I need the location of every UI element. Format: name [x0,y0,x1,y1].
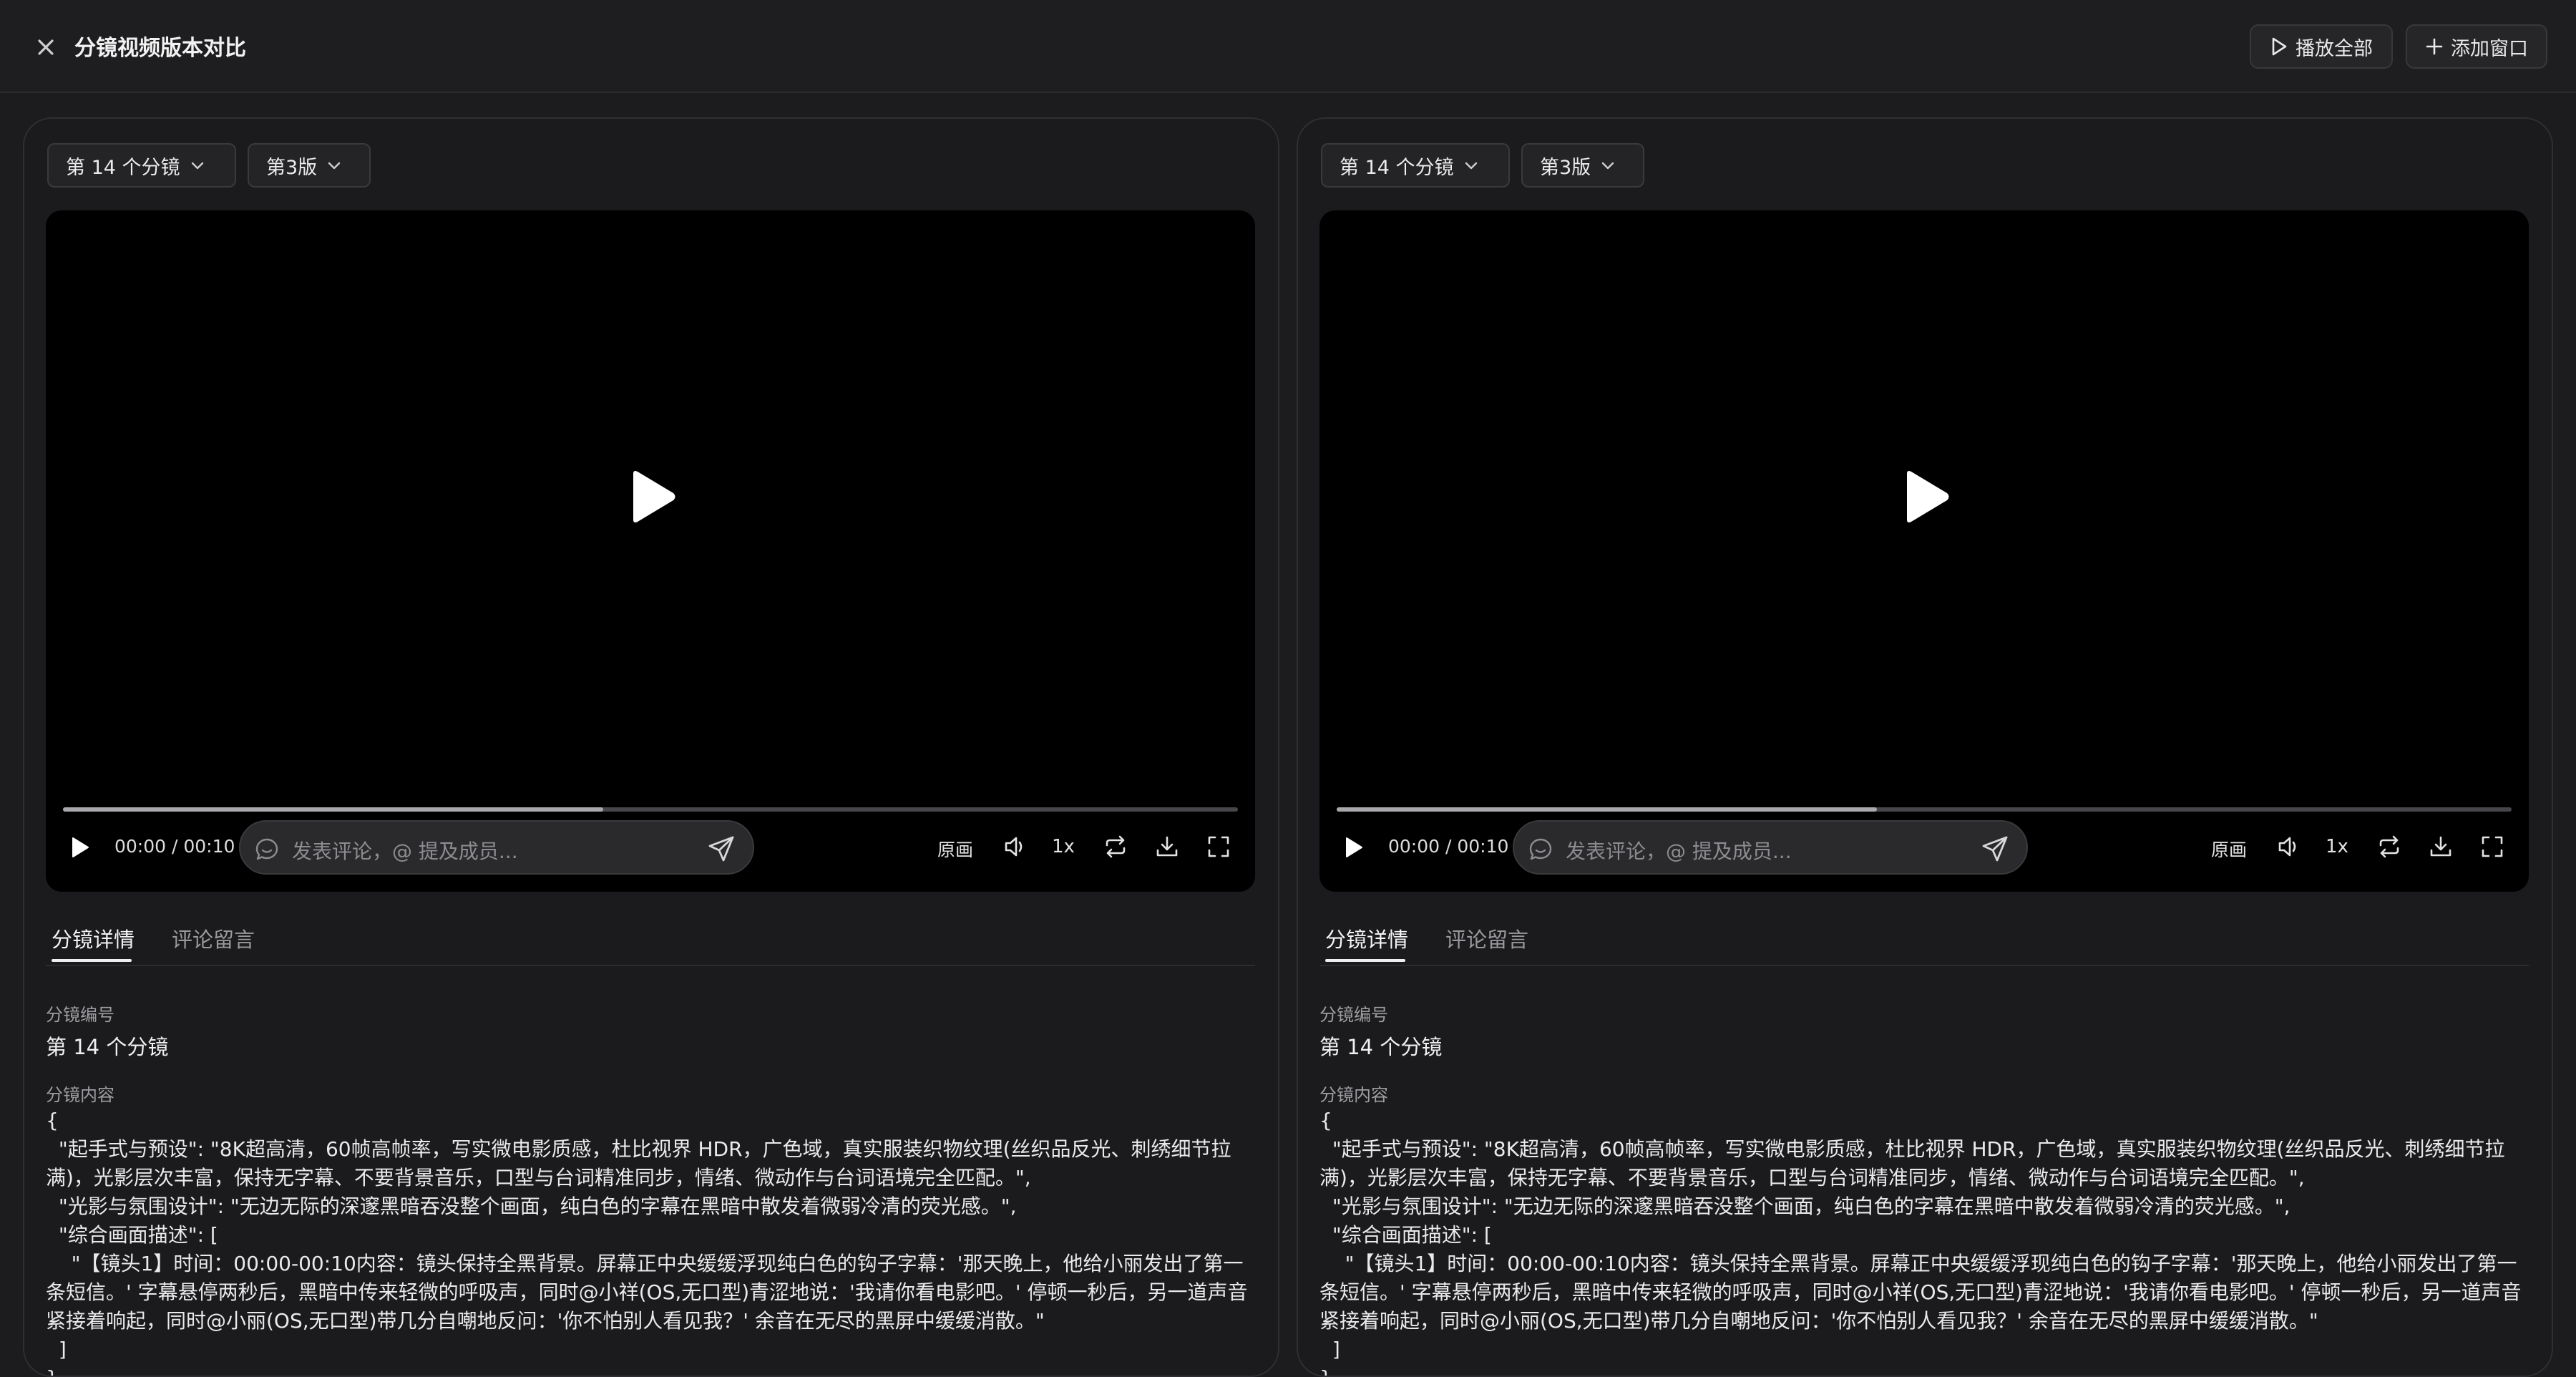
close-button[interactable] [31,33,60,62]
player-controls: 00:00 / 00:10 发表评论，@ 提及成员... 原画 1x [1319,819,2529,876]
chevron-down-icon [1465,162,1477,170]
top-bar: 分镜视频版本对比 播放全部 添加窗口 [0,0,2576,93]
version-select[interactable]: 第3版 [1521,143,1644,188]
comment-placeholder: 发表评论，@ 提及成员... [1566,840,1792,863]
progress-bar[interactable] [1337,807,2512,812]
chevron-down-icon [1601,162,1614,170]
version-select-value: 第3版 [266,156,318,179]
play-all-label: 播放全部 [2296,37,2373,60]
shot-content-text: { "起手式与预设": "8K超高清，60帧高帧率，写实微电影质感，杜比视界 H… [1319,1109,2522,1376]
active-tab-indicator [52,959,132,962]
comment-input[interactable]: 发表评论，@ 提及成员... [1513,820,2028,875]
play-icon[interactable] [1344,836,1364,859]
tab-divider [1319,965,2529,966]
tab-divider [46,965,1255,966]
close-icon [38,39,54,55]
shot-content-label: 分镜内容 [46,1085,114,1105]
tab-shot-details[interactable]: 分镜详情 [52,923,135,953]
active-tab-indicator [1325,959,1405,962]
comment-placeholder: 发表评论，@ 提及成员... [292,840,518,863]
volume-icon[interactable] [1003,835,1028,859]
plus-icon [2426,38,2443,55]
download-icon[interactable] [2429,835,2453,859]
page-title: 分镜视频版本对比 [74,36,246,61]
shot-select-value: 第 14 个分镜 [1340,156,1454,179]
add-window-button[interactable]: 添加窗口 [2406,24,2547,69]
progress-fill [1337,807,1878,812]
shot-content-text: { "起手式与预设": "8K超高清，60帧高帧率，写实微电影质感，杜比视界 H… [46,1109,1248,1376]
shot-number-value: 第 14 个分镜 [1319,1035,1443,1059]
send-icon[interactable] [1981,835,2009,863]
play-icon [2272,37,2287,56]
compare-panel-2: 第 14 个分镜 第3版 00:00 / 00:10 发表评论，@ 提及成员..… [1297,117,2553,1377]
shot-select-value: 第 14 个分镜 [66,156,180,179]
play-icon[interactable] [1901,469,1951,524]
time-display: 00:00 / 00:10 [114,836,235,857]
tab-shot-details[interactable]: 分镜详情 [1325,923,1408,953]
player-controls: 00:00 / 00:10 发表评论，@ 提及成员... 原画 1x [46,819,1255,876]
chevron-down-icon [191,162,203,170]
play-all-button[interactable]: 播放全部 [2250,24,2393,69]
shot-select[interactable]: 第 14 个分镜 [1321,143,1510,188]
video-player[interactable]: 00:00 / 00:10 发表评论，@ 提及成员... 原画 1x [46,210,1255,892]
download-icon[interactable] [1155,835,1179,859]
tab-comments[interactable]: 评论留言 [1445,923,1528,953]
progress-fill [63,807,604,812]
video-player[interactable]: 00:00 / 00:10 发表评论，@ 提及成员... 原画 1x [1319,210,2529,892]
chevron-down-icon [328,162,341,170]
time-display: 00:00 / 00:10 [1388,836,1509,857]
progress-bar[interactable] [63,807,1238,812]
add-window-label: 添加窗口 [2451,37,2528,60]
version-select[interactable]: 第3版 [248,143,371,188]
play-icon[interactable] [70,836,90,859]
fullscreen-icon[interactable] [1206,835,1231,859]
compare-panel-1: 第 14 个分镜 第3版 00:00 / 00:10 发表评论，@ 提及成员..… [23,117,1279,1377]
play-icon[interactable] [628,469,678,524]
volume-icon[interactable] [2277,835,2301,859]
chat-bubble-icon [1529,838,1552,860]
version-select-value: 第3版 [1540,156,1591,179]
quality-selector[interactable]: 原画 [2211,836,2247,862]
shot-select[interactable]: 第 14 个分镜 [47,143,236,188]
shot-number-label: 分镜编号 [1319,1005,1388,1025]
quality-selector[interactable]: 原画 [937,836,973,862]
playback-rate[interactable]: 1x [1052,836,1075,857]
shot-number-value: 第 14 个分镜 [46,1035,169,1059]
tab-comments[interactable]: 评论留言 [172,923,255,953]
loop-icon[interactable] [1103,835,1128,859]
fullscreen-icon[interactable] [2480,835,2504,859]
shot-content-label: 分镜内容 [1319,1085,1388,1105]
playback-rate[interactable]: 1x [2326,836,2348,857]
comment-input[interactable]: 发表评论，@ 提及成员... [239,820,754,875]
loop-icon[interactable] [2377,835,2401,859]
chat-bubble-icon [255,838,278,860]
shot-number-label: 分镜编号 [46,1005,114,1025]
send-icon[interactable] [707,835,736,863]
